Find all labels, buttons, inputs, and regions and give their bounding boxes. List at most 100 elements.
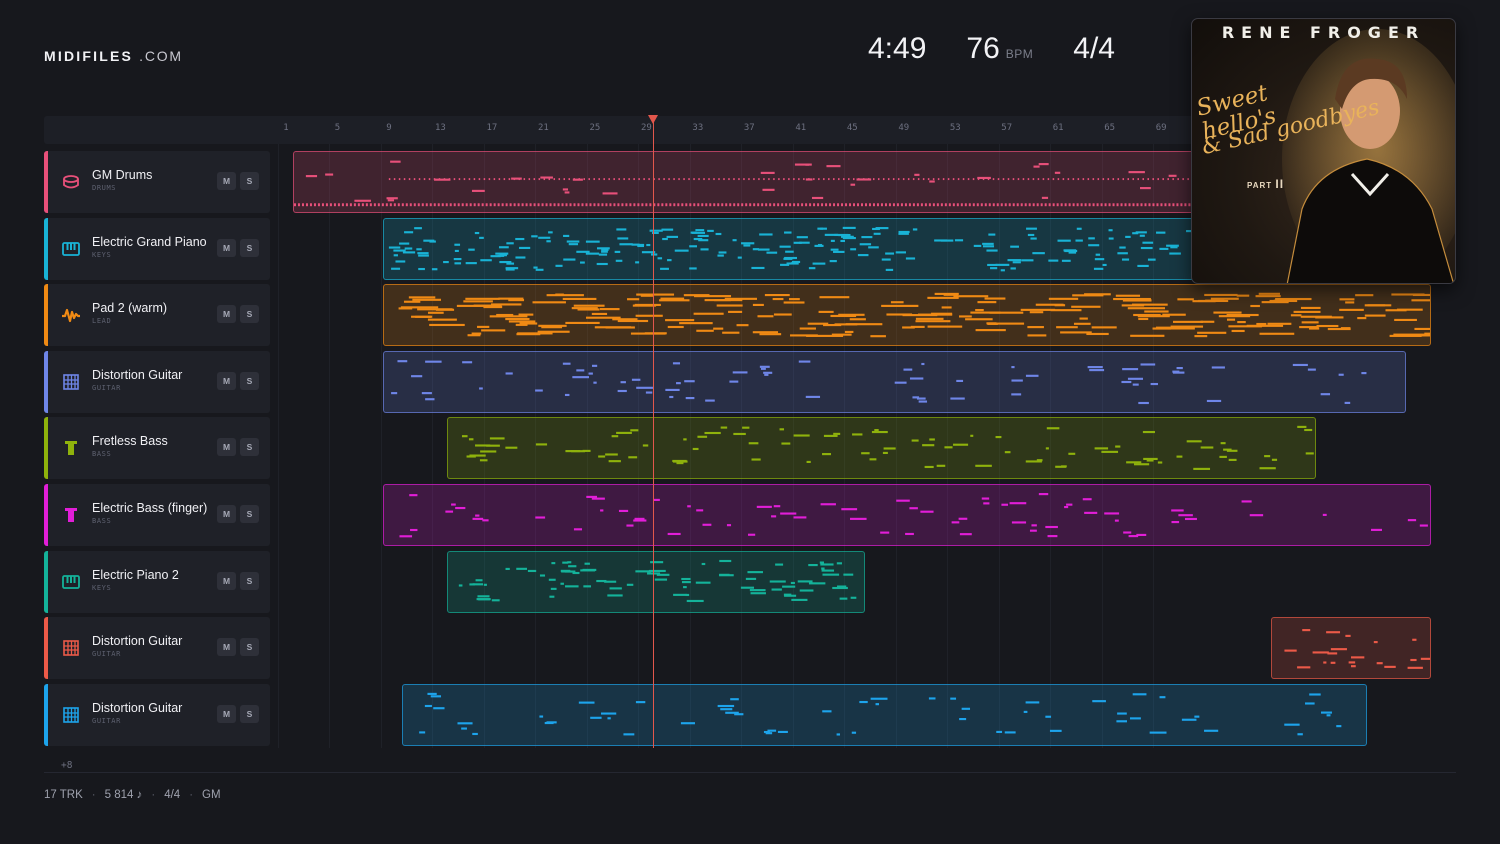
- ruler-tick: 21: [537, 123, 549, 133]
- midi-notes: [1284, 629, 1431, 670]
- ruler-tick: 33: [692, 123, 704, 133]
- ruler-tick: 69: [1155, 123, 1167, 133]
- midi-notes: [399, 493, 1428, 538]
- solo-button[interactable]: S: [240, 704, 259, 723]
- mute-button[interactable]: M: [217, 505, 236, 523]
- footer-standard: GM: [202, 789, 221, 801]
- midi-clip[interactable]: [382, 284, 1432, 347]
- track-count: 17 TRK: [44, 789, 83, 801]
- mute-button[interactable]: M: [217, 305, 236, 324]
- ruler-tick: 5: [334, 123, 341, 133]
- solo-button[interactable]: S: [240, 371, 259, 390]
- track-color-bar: [44, 417, 48, 480]
- track-color-bar: [44, 683, 48, 746]
- brand-suffix: .COM: [139, 48, 183, 64]
- midi-clip[interactable]: [447, 550, 866, 613]
- track-color-bar: [44, 151, 48, 213]
- midi-clip[interactable]: [382, 350, 1406, 413]
- solo-button[interactable]: S: [240, 638, 259, 657]
- midi-clip[interactable]: [1270, 617, 1432, 680]
- track-name[interactable]: Fretless Bass: [92, 434, 168, 448]
- brand-logo[interactable]: MIDIFILES .COM: [44, 48, 183, 64]
- ruler-tick: 53: [949, 123, 961, 133]
- playhead[interactable]: [652, 116, 655, 748]
- tempo: 76 BPM: [966, 32, 1033, 66]
- ruler-tick: 49: [898, 123, 910, 133]
- ruler-tick: 57: [1001, 123, 1013, 133]
- mute-button[interactable]: M: [217, 172, 236, 190]
- track-name[interactable]: Electric Grand Piano: [92, 235, 207, 249]
- mute-button[interactable]: M: [217, 371, 236, 390]
- ruler-tick: 9: [386, 123, 392, 133]
- mute-button[interactable]: M: [217, 571, 236, 590]
- ruler-tick: 17: [486, 123, 498, 133]
- cover-artist: RENE FROGER: [1221, 23, 1426, 42]
- midi-clip[interactable]: [402, 683, 1368, 746]
- piano-icon: [61, 239, 81, 259]
- track-header[interactable]: Distortion Guitar GUITAR M S: [44, 683, 270, 746]
- midi-notes: [398, 292, 1431, 338]
- bass-icon: [61, 438, 81, 458]
- track-name[interactable]: Distortion Guitar: [92, 634, 182, 648]
- playhead-handle-icon[interactable]: [647, 115, 658, 124]
- separator-dot: ·: [151, 789, 156, 801]
- ruler-tick: 41: [795, 123, 807, 133]
- cover-part-number: II: [1275, 177, 1285, 191]
- solo-button[interactable]: S: [240, 438, 259, 457]
- ruler-tick: 1: [283, 123, 289, 133]
- track-header[interactable]: Electric Piano 2 KEYS M S: [44, 550, 270, 613]
- track-name[interactable]: Pad 2 (warm): [92, 301, 167, 315]
- grid-line: [278, 144, 279, 748]
- track-color-bar: [44, 284, 48, 347]
- track-name[interactable]: Distortion Guitar: [92, 701, 182, 715]
- track-category: KEYS: [92, 583, 112, 592]
- track-name[interactable]: Electric Bass (finger): [92, 501, 207, 515]
- midi-clip[interactable]: [382, 484, 1432, 546]
- midi-notes: [459, 559, 857, 602]
- ruler-tick: 65: [1104, 123, 1116, 133]
- track-color-bar: [44, 217, 48, 280]
- drum-icon: [61, 172, 81, 192]
- track-name[interactable]: Electric Piano 2: [92, 568, 179, 582]
- track-category: BASS: [92, 450, 112, 459]
- solo-button[interactable]: S: [240, 305, 259, 324]
- piano-icon: [61, 572, 81, 592]
- track-category: GUITAR: [92, 716, 121, 725]
- solo-button[interactable]: S: [240, 238, 259, 257]
- duration: 4:49: [868, 32, 927, 65]
- guitar-fretboard-icon: [61, 372, 81, 392]
- waveform-icon: [61, 305, 81, 325]
- solo-button[interactable]: S: [240, 172, 259, 190]
- mute-button[interactable]: M: [217, 704, 236, 723]
- track-header[interactable]: Fretless Bass BASS M S: [44, 417, 270, 480]
- midi-notes: [391, 359, 1367, 404]
- track-category: GUITAR: [92, 650, 121, 659]
- track-header[interactable]: Distortion Guitar GUITAR M S: [44, 617, 270, 680]
- footer-summary: 17 TRK · 5 814 ♪ · 4/4 · GM: [44, 789, 221, 801]
- ruler-tick: 37: [743, 123, 755, 133]
- midi-clip[interactable]: [447, 417, 1316, 480]
- brand-name: MIDIFILES: [44, 48, 134, 64]
- track-header[interactable]: Electric Grand Piano KEYS M S: [44, 217, 270, 280]
- track-name[interactable]: Distortion Guitar: [92, 368, 182, 382]
- track-header[interactable]: Distortion Guitar GUITAR M S: [44, 350, 270, 413]
- album-cover: RENE FROGER Sweet hello's & Sad goodbyes…: [1191, 18, 1456, 284]
- more-tracks-count[interactable]: +8: [61, 760, 72, 771]
- mute-button[interactable]: M: [217, 238, 236, 257]
- guitar-fretboard-icon: [61, 705, 81, 725]
- mute-button[interactable]: M: [217, 438, 236, 457]
- track-color-bar: [44, 617, 48, 680]
- track-header[interactable]: GM Drums DRUMS M S: [44, 151, 270, 213]
- midi-notes: [462, 426, 1315, 471]
- solo-button[interactable]: S: [240, 505, 259, 523]
- track-color-bar: [44, 350, 48, 413]
- track-category: LEAD: [92, 317, 112, 326]
- ruler-tick: 25: [589, 123, 601, 133]
- midi-notes: [419, 692, 1342, 736]
- track-header[interactable]: Pad 2 (warm) LEAD M S: [44, 284, 270, 347]
- mute-button[interactable]: M: [217, 638, 236, 657]
- track-header[interactable]: Electric Bass (finger) BASS M S: [44, 484, 270, 546]
- track-name[interactable]: GM Drums: [92, 168, 152, 182]
- footer-divider: [44, 772, 1456, 773]
- solo-button[interactable]: S: [240, 571, 259, 590]
